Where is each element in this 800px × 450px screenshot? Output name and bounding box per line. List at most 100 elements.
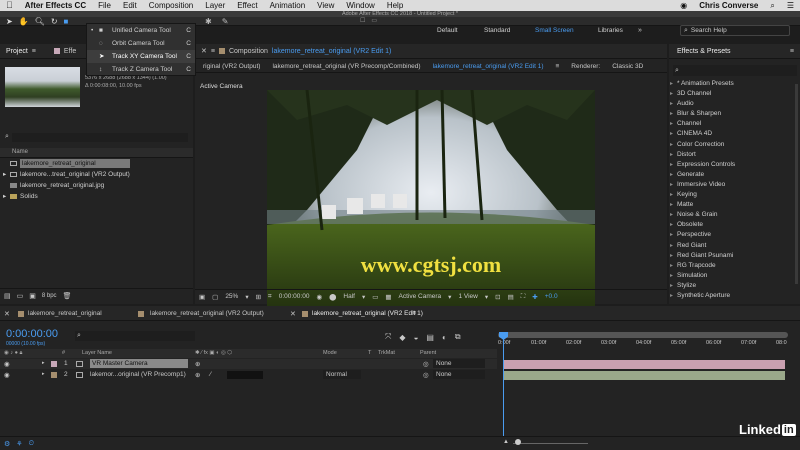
timeline-toggle-icon[interactable]: ▤ (508, 293, 514, 301)
exposure-value[interactable]: +0.0 (545, 293, 558, 300)
comp-mini-flowchart-icon[interactable]: ⤧ (385, 332, 391, 342)
expand-arrow-icon[interactable]: ▸ (3, 169, 6, 180)
user-name[interactable]: Chris Converse (693, 0, 764, 11)
layer-bar-precomp[interactable] (504, 371, 785, 380)
close-tab-icon[interactable]: ✕ (4, 310, 10, 318)
fx-cinema-4d[interactable]: CINEMA 4D (669, 129, 800, 139)
timeline-tab-vr2-edit[interactable]: lakemore_retreat_original (VR2 Edit 1) (312, 310, 423, 317)
mode-dropdown[interactable]: Normal (323, 370, 361, 379)
comp-timecode[interactable]: 0:00:00:00 (279, 293, 310, 300)
resolution-caret-icon[interactable]: ▾ (362, 293, 365, 301)
workspace-default[interactable]: Default (437, 27, 458, 34)
graph-editor-icon[interactable]: ⧉ (455, 332, 461, 342)
project-item-vr2-output[interactable]: ▸ lakemore...treat_original (VR2 Output) (0, 169, 193, 180)
expand-arrow-icon[interactable]: ▸ (42, 360, 45, 366)
color-depth-label[interactable]: 8 bpc (42, 293, 57, 299)
fx-red-giant-psunami[interactable]: Red Giant Psunami (669, 251, 800, 261)
current-time-display[interactable]: 0:00:00:00 (6, 328, 58, 340)
view-caret-icon[interactable]: ▾ (448, 293, 451, 301)
comp-tab-vr2-edit[interactable]: lakemore_retreat_original (VR2 Edit 1) (433, 63, 544, 70)
fx-perspective[interactable]: Perspective (669, 230, 800, 240)
new-comp-icon[interactable]: ▣ (29, 292, 36, 300)
motion-blur-icon[interactable]: ◐ (442, 333, 447, 342)
menu-effect[interactable]: Effect (231, 0, 263, 11)
workspace-overflow-icon[interactable]: » (638, 27, 642, 34)
timeline-menu-icon[interactable]: ≡ (412, 310, 416, 317)
layer-row[interactable]: ◉ ▸ 2 lakemor...original (VR Precomp1) ⊕… (0, 370, 497, 380)
view-layout-caret-icon[interactable]: ▾ (485, 293, 488, 301)
zoom-slider[interactable]: ▲ (503, 439, 593, 446)
search-help-input[interactable]: Search Help (691, 27, 727, 34)
effects-menu-icon[interactable]: ≡ (790, 48, 794, 55)
playhead[interactable] (503, 332, 504, 436)
fx-stylize[interactable]: Stylize (669, 281, 800, 291)
expand-arrow-icon[interactable]: ▸ (42, 371, 45, 377)
parent-dropdown[interactable]: None (433, 359, 485, 368)
roi-icon[interactable]: ▭ (372, 293, 378, 301)
fx-rg-trapcode[interactable]: RG Trapcode (669, 261, 800, 271)
zoom-dropdown[interactable]: 25% (225, 293, 238, 300)
menu-orbit-camera-tool[interactable]: ◌ Orbit Camera Tool C (87, 37, 195, 50)
snap-icon[interactable]: ☐ (360, 17, 365, 24)
effects-scrollbar[interactable] (795, 84, 798, 284)
fx-keying[interactable]: Keying (669, 190, 800, 200)
shy-layers-icon[interactable]: ◒ (414, 333, 419, 342)
parent-dropdown[interactable]: None (433, 370, 485, 379)
comp-tab-more-icon[interactable]: ≡ (556, 63, 560, 70)
interpret-footage-icon[interactable]: ▤ (4, 292, 11, 300)
fx-blur-sharpen[interactable]: Blur & Sharpen (669, 109, 800, 119)
pin-tool-icon[interactable]: ✎ (222, 17, 229, 26)
project-item-jpg[interactable]: lakemore_retreat_original.jpg (0, 180, 193, 191)
menu-help[interactable]: Help (381, 0, 409, 11)
parent-header[interactable]: Parent (420, 350, 436, 356)
work-area-bar[interactable] (498, 332, 788, 338)
quality-switch-icon[interactable]: ⁄ (210, 371, 211, 378)
name-column-header[interactable]: Name (12, 149, 28, 155)
layer-name[interactable]: VR Master Camera (90, 359, 188, 368)
layer-switch-icon[interactable]: ⊕ (195, 360, 200, 368)
menu-file[interactable]: File (92, 0, 117, 11)
fx-simulation[interactable]: Simulation (669, 271, 800, 281)
fx-color-correction[interactable]: Color Correction (669, 140, 800, 150)
fast-preview-icon[interactable]: ⊡ (495, 293, 500, 301)
layer-bar-camera[interactable] (504, 360, 785, 369)
timestretch-icon[interactable]: ⏲ (29, 440, 34, 448)
rotate-tool-icon[interactable]: ↻ (51, 17, 58, 26)
transfer-controls-icon[interactable]: ⚘ (16, 440, 22, 448)
always-preview-icon[interactable]: ▣ (199, 293, 205, 301)
grid-icon[interactable]: ⊞ (256, 293, 261, 301)
reset-exposure-icon[interactable]: ✚ (532, 293, 537, 301)
draft-3d-icon[interactable]: ◆ (399, 333, 405, 342)
user-icon[interactable]: ◉ (674, 0, 693, 11)
comp-viewer[interactable]: www.cgtsj.com (267, 89, 595, 318)
timeline-tab-vr2-output[interactable]: lakemore_retreat_original (VR2 Output) (150, 310, 264, 317)
trkmat-header[interactable]: TrkMat (378, 350, 395, 356)
fx-channel[interactable]: Channel (669, 119, 800, 129)
menu-track-xy-camera-tool[interactable]: ➤ Track XY Camera Tool C (87, 50, 195, 63)
project-search-input[interactable] (11, 132, 188, 142)
camera-tool-icon[interactable]: ■ (64, 17, 69, 26)
transparency-icon[interactable]: ▦ (385, 293, 391, 301)
view-layout-dropdown[interactable]: 1 View (458, 293, 477, 300)
resolution-dropdown[interactable]: Half (343, 293, 355, 300)
flowchart-icon[interactable]: ⛶ (521, 293, 526, 301)
close-icon[interactable]: ✕ (201, 47, 207, 55)
menu-view[interactable]: View (311, 0, 340, 11)
workspace-libraries[interactable]: Libraries (598, 27, 623, 34)
switch-boxes[interactable] (227, 371, 263, 379)
fx-distort[interactable]: Distort (669, 150, 800, 160)
resolution-icon[interactable]: ▢ (212, 293, 218, 301)
renderer-value[interactable]: Classic 3D (612, 63, 643, 70)
menu-list-icon[interactable]: ☰ (781, 0, 800, 11)
region-icon[interactable]: ⌗ (268, 293, 272, 301)
layer-name[interactable]: lakemor...original (VR Precomp1) (90, 370, 188, 379)
project-menu-icon[interactable]: ≡ (32, 48, 36, 55)
label-color-icon[interactable] (51, 361, 57, 367)
app-menu[interactable]: After Effects CC (19, 0, 92, 11)
menu-unified-camera-tool[interactable]: • ■ Unified Camera Tool C (87, 24, 195, 37)
workspace-standard[interactable]: Standard (484, 27, 510, 34)
menu-composition[interactable]: Composition (143, 0, 199, 11)
timeline-tab-original[interactable]: lakemore_retreat_original (28, 310, 102, 317)
delete-icon[interactable]: 🗑︎ (63, 292, 72, 300)
menu-layer[interactable]: Layer (199, 0, 231, 11)
